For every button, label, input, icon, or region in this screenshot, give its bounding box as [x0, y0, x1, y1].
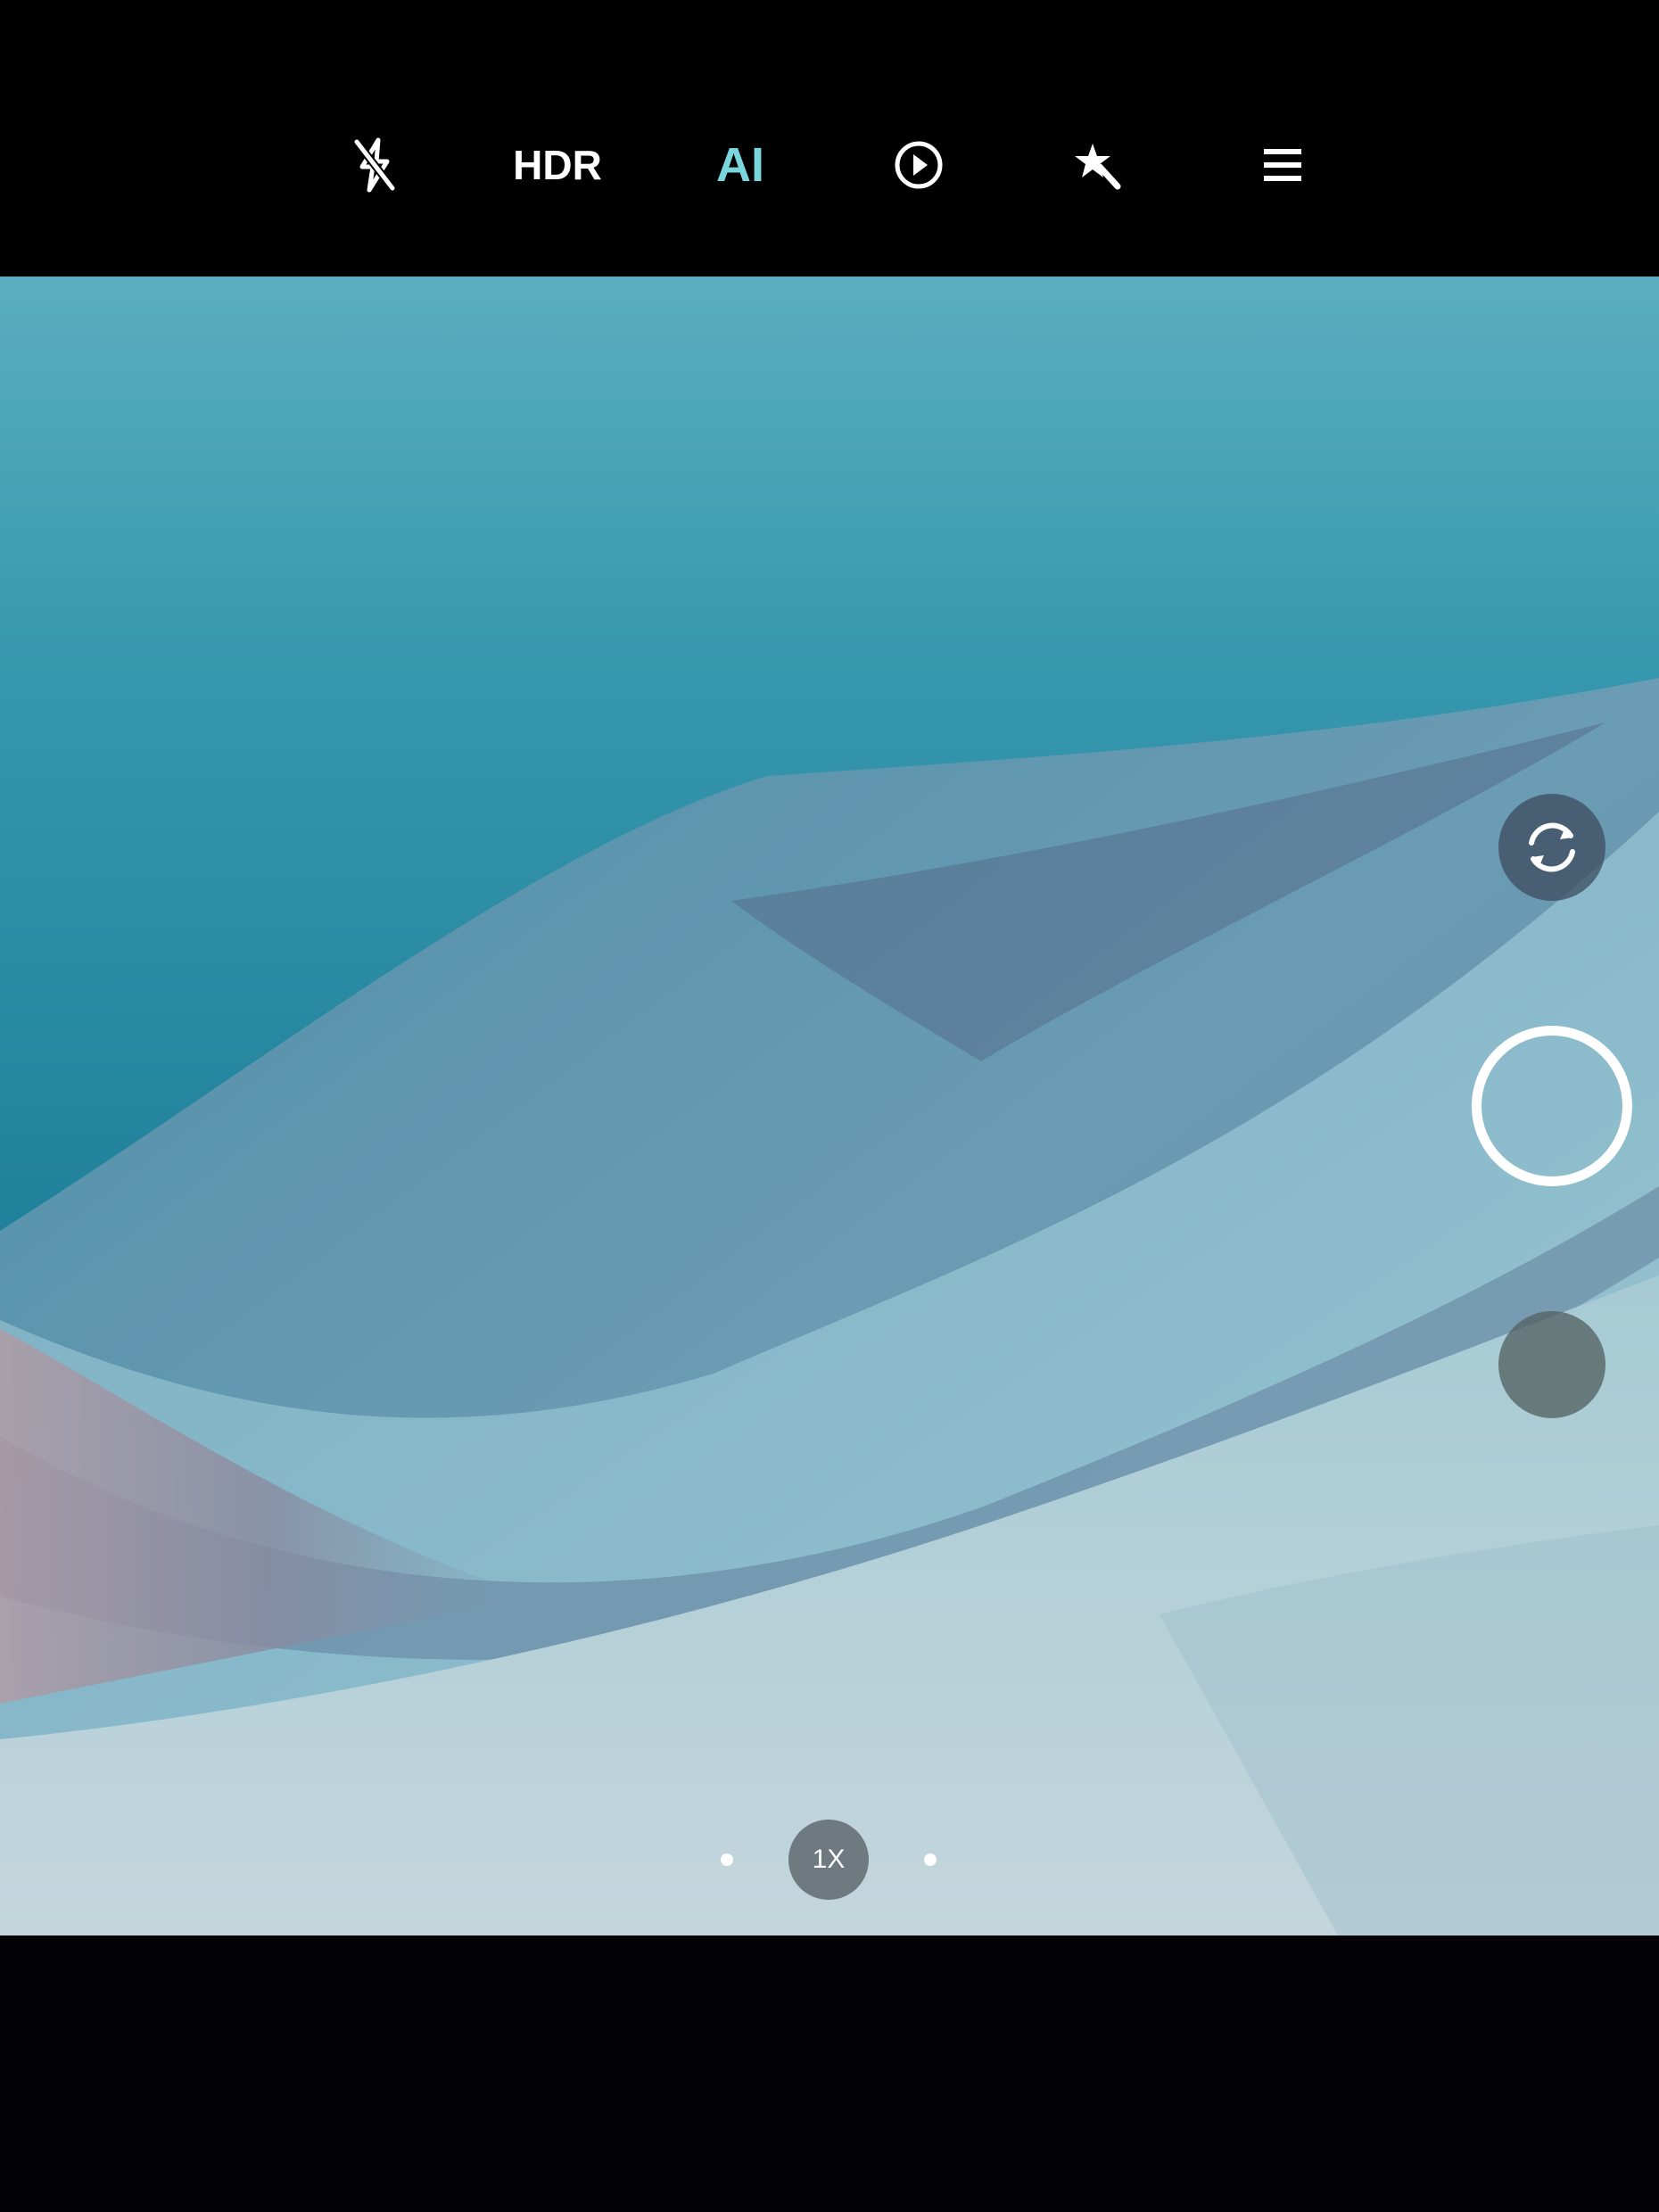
gallery-thumbnail[interactable]	[1498, 1311, 1605, 1418]
zoom-level-dot-tele[interactable]	[924, 1853, 937, 1866]
flash-off-icon[interactable]	[334, 125, 415, 205]
top-toolbar: HDR AI	[0, 0, 1659, 276]
magic-wand-icon[interactable]	[1060, 125, 1140, 205]
zoom-level-current[interactable]: 1X	[788, 1820, 869, 1900]
hdr-toggle[interactable]: HDR	[495, 125, 620, 205]
switch-camera-icon	[1529, 822, 1575, 872]
viewfinder-scene	[0, 276, 1659, 1936]
ai-toggle[interactable]: AI	[678, 125, 803, 205]
camera-app: HDR AI 1X	[0, 0, 1659, 2212]
bottom-bar	[0, 1936, 1659, 2212]
camera-viewfinder[interactable]	[0, 276, 1659, 1936]
zoom-level-dot-wide[interactable]	[721, 1853, 733, 1866]
zoom-selector: 1X	[0, 1820, 1659, 1900]
menu-icon[interactable]	[1242, 125, 1323, 205]
shutter-button[interactable]	[1472, 1026, 1632, 1186]
switch-camera-button[interactable]	[1498, 794, 1605, 901]
live-photo-icon[interactable]	[879, 125, 959, 205]
